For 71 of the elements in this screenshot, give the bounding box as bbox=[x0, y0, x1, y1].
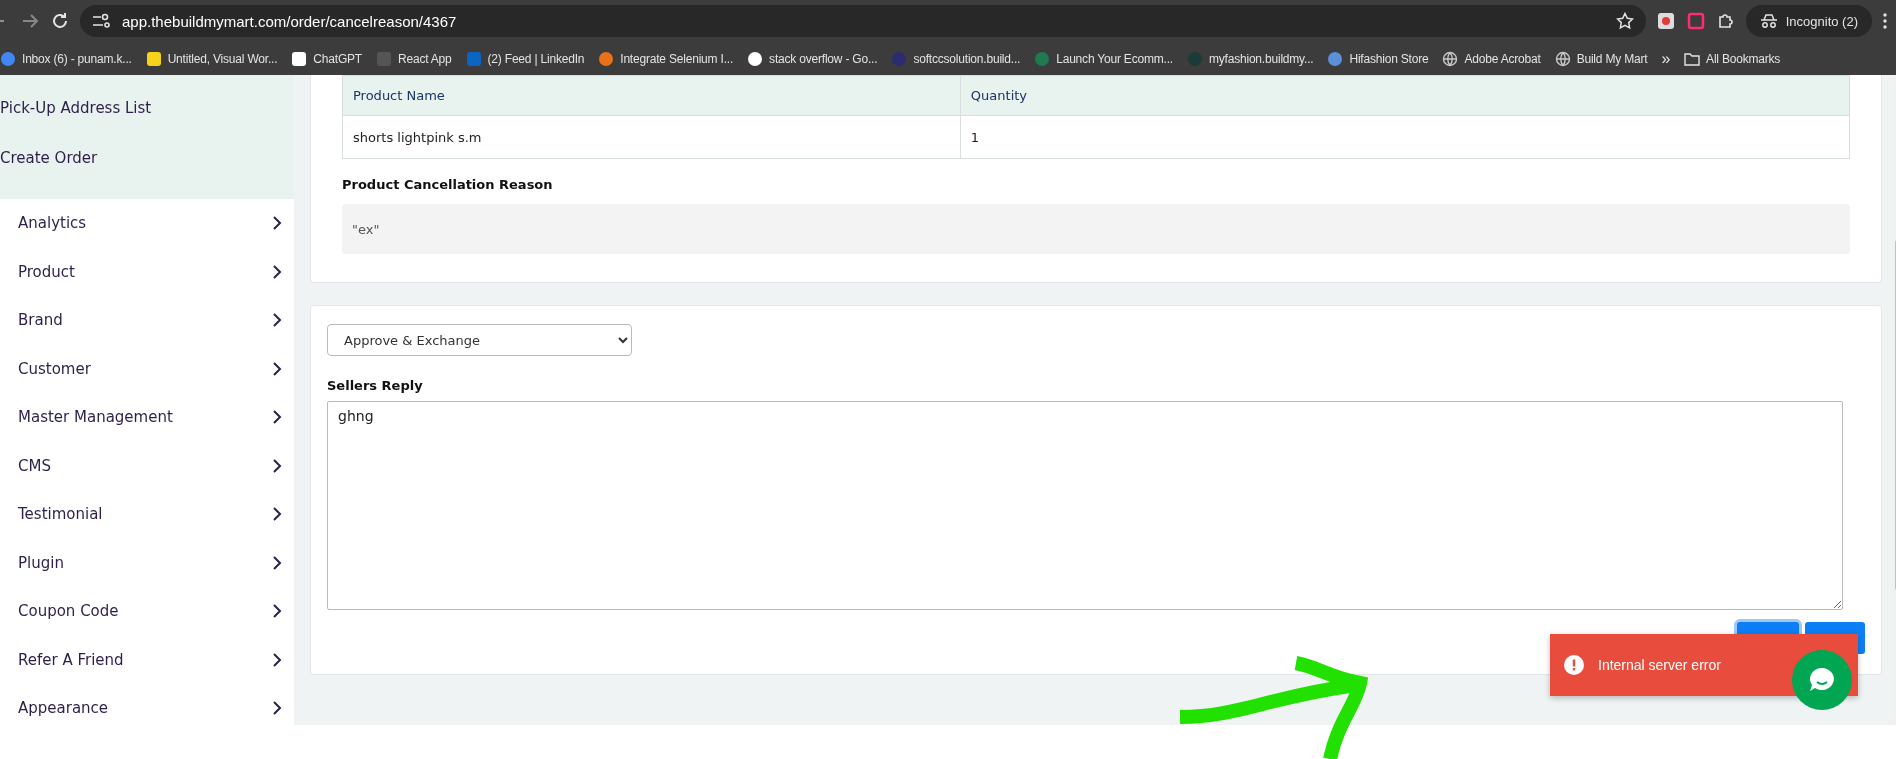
sidebar-item-label: Testimonial bbox=[18, 505, 103, 524]
bookmarks-overflow[interactable]: » bbox=[1661, 49, 1671, 68]
chevron-right-icon bbox=[272, 264, 282, 279]
bookmark[interactable]: Build My Mart bbox=[1554, 50, 1648, 67]
table-cell: shorts lightpink s.m bbox=[342, 115, 961, 159]
extension-icon[interactable] bbox=[1655, 11, 1676, 31]
sidebar-item[interactable]: Brand bbox=[0, 296, 294, 345]
reply-field[interactable]: ghng bbox=[327, 401, 1843, 610]
bookmark[interactable]: softccsolution.build... bbox=[891, 50, 1021, 67]
sidebar-subitem[interactable]: Create Order bbox=[0, 149, 294, 199]
alert-icon bbox=[1564, 655, 1584, 675]
sidebar-item-label: Analytics bbox=[18, 214, 87, 233]
sidebar-item-label: Plugin bbox=[18, 553, 64, 572]
reload-icon[interactable] bbox=[50, 11, 70, 31]
sidebar-item-label: Brand bbox=[18, 311, 63, 330]
chevron-right-icon bbox=[272, 313, 282, 328]
bookmark[interactable]: Adobe Acrobat bbox=[1442, 50, 1541, 67]
star-icon[interactable] bbox=[1615, 12, 1634, 30]
field-label: Sellers Reply bbox=[327, 378, 424, 393]
sidebar-item-label: Master Management bbox=[18, 408, 173, 427]
site-settings-icon[interactable] bbox=[92, 13, 110, 29]
sidebar-item[interactable]: Product bbox=[0, 247, 294, 296]
all-bookmarks[interactable]: All Bookmarks bbox=[1684, 51, 1781, 66]
chevron-right-icon bbox=[272, 410, 282, 425]
more-icon[interactable] bbox=[1882, 12, 1888, 30]
sidebar-item-label: Refer A Friend bbox=[18, 650, 124, 669]
sidebar-item[interactable]: Analytics bbox=[0, 199, 294, 248]
sidebar-item-label: Product bbox=[18, 262, 75, 281]
incognito-icon bbox=[1759, 14, 1778, 28]
chevron-right-icon bbox=[272, 361, 282, 376]
chevron-right-icon bbox=[272, 604, 282, 619]
bookmark[interactable]: Inbox (6) - punam.k... bbox=[0, 50, 132, 67]
sidebar-item[interactable]: Coupon Code bbox=[0, 587, 294, 636]
chevron-right-icon bbox=[272, 701, 282, 716]
sidebar-item-label: CMS bbox=[18, 456, 51, 475]
address-bar[interactable]: app.thebuildmymart.com/order/cancelreason/4367 bbox=[80, 5, 1646, 37]
bookmark[interactable]: Launch Your Ecomm... bbox=[1034, 50, 1173, 67]
chevron-right-icon bbox=[272, 216, 282, 231]
chevron-right-icon bbox=[272, 507, 282, 522]
bookmark[interactable]: Untitled, Visual Wor... bbox=[145, 50, 278, 67]
column-header: Quantity bbox=[960, 75, 1850, 116]
toast-message: Internal server error bbox=[1598, 657, 1721, 673]
incognito-button[interactable]: Incognito (2) bbox=[1745, 5, 1872, 37]
url-text: app.thebuildmymart.com/order/cancelreason/4367 bbox=[122, 12, 458, 30]
sidebar-item-label: Coupon Code bbox=[18, 602, 119, 621]
sidebar-item[interactable]: Plugin bbox=[0, 538, 294, 587]
sidebar-item[interactable]: Master Management bbox=[0, 393, 294, 442]
bookmark[interactable]: (2) Feed | LinkedIn bbox=[465, 50, 585, 67]
section-label: Product Cancellation Reason bbox=[342, 177, 554, 192]
bookmark[interactable]: Integrate Selenium I... bbox=[598, 50, 734, 67]
sidebar-item[interactable]: CMS bbox=[0, 441, 294, 490]
chevron-right-icon bbox=[272, 458, 282, 473]
table-cell: 1 bbox=[960, 115, 1850, 159]
folder-icon bbox=[1684, 51, 1701, 66]
bookmark[interactable]: ChatGPT bbox=[291, 50, 362, 67]
sidebar-item[interactable]: Testimonial bbox=[0, 490, 294, 539]
sidebar-item[interactable]: Appearance bbox=[0, 684, 294, 733]
reason-text: "ex" bbox=[342, 204, 1850, 254]
sidebar-item[interactable]: Refer A Friend bbox=[0, 635, 294, 684]
sidebar-subitem[interactable]: Pick-Up Address List bbox=[0, 99, 294, 149]
column-header: Product Name bbox=[342, 75, 961, 116]
bookmark[interactable]: Hifashion Store bbox=[1327, 50, 1429, 67]
bookmark[interactable]: myfashion.buildmy... bbox=[1186, 50, 1314, 67]
bookmark[interactable]: React App bbox=[375, 50, 452, 67]
chevron-right-icon bbox=[272, 652, 282, 667]
sidebar-item-label: Customer bbox=[18, 359, 91, 378]
sidebar-item-label: Appearance bbox=[18, 699, 109, 718]
chevron-right-icon bbox=[272, 555, 282, 570]
bookmark[interactable]: stack overflow - Go... bbox=[747, 50, 878, 67]
sidebar-item[interactable]: Customer bbox=[0, 344, 294, 393]
action-select[interactable]: Approve & Exchange bbox=[327, 324, 632, 356]
